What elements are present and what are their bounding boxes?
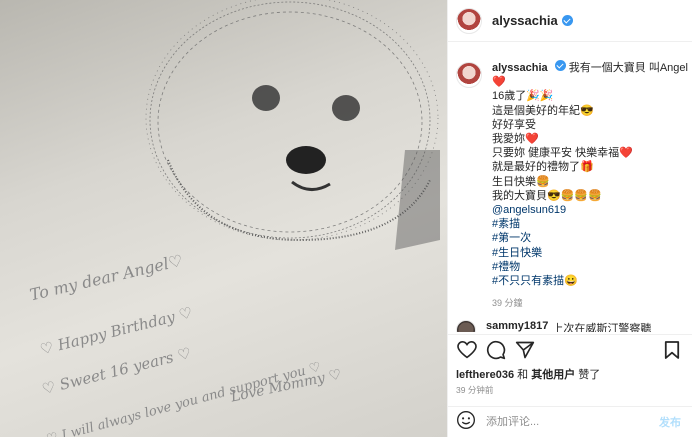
hashtag-link[interactable]: #不只只有素描😀 (492, 274, 688, 288)
caption-text: 只要妳 健康平安 快樂幸福❤️ (492, 147, 633, 160)
share-button[interactable] (514, 341, 536, 363)
username-link[interactable]: alyssachia (492, 13, 558, 28)
action-bar (448, 334, 692, 368)
liker-username-link[interactable]: lefthere036 (456, 369, 514, 381)
emoji-icon[interactable] (456, 410, 476, 435)
likes-verb: 赞了 (578, 369, 601, 381)
caption: alyssachia 我有一個大寶貝 叫Angel ❤️ 16歲了🎉🎉 這是個美… (456, 60, 688, 310)
comment: sammy1817 上次在威斯汀警察聽 (456, 320, 686, 332)
post-header: alyssachia (448, 0, 692, 42)
bookmark-icon (664, 340, 680, 364)
post-comment-button[interactable]: 发布 (659, 414, 681, 430)
likes-summary: lefthere036 和 其他用户 赞了 (456, 366, 600, 382)
likes-others-link[interactable]: 其他用户 (531, 369, 575, 381)
caption-text: ❤️ (492, 76, 506, 89)
caption-text: 好好享受 (492, 118, 536, 131)
post-image[interactable]: To my dear Angel♡ ♡ Happy Birthday ♡ ♡ S… (0, 0, 447, 437)
hashtag-link[interactable]: #第一次 (492, 231, 688, 245)
comment-icon (486, 340, 506, 364)
comment-text: 上次在威斯汀警察聽 (552, 323, 652, 332)
avatar[interactable] (456, 320, 476, 332)
save-button[interactable] (661, 340, 683, 364)
hashtag-link[interactable]: #生日快樂 (492, 246, 688, 260)
caption-text: 我有一個大寶貝 叫Angel (568, 62, 688, 74)
comment-input[interactable] (486, 416, 636, 428)
verified-badge-icon (561, 15, 573, 26)
caption-text: 16歲了🎉🎉 (492, 90, 554, 103)
post-timestamp[interactable]: 39 分钟前 (456, 384, 493, 396)
verified-badge-icon (554, 60, 566, 71)
add-comment-bar: 发布 (448, 406, 692, 437)
caption-username-link[interactable]: alyssachia (492, 62, 548, 74)
caption-text: 這是個美好的年紀😎 (492, 104, 594, 117)
caption-time: 39 分鐘 (492, 298, 523, 309)
caption-text: 就是最好的禮物了🎁 (492, 161, 594, 174)
heart-icon (457, 340, 477, 363)
comment-username-link[interactable]: sammy1817 (486, 320, 548, 332)
mention-link[interactable]: @angelsun619 (492, 203, 688, 217)
hashtag-link[interactable]: #素描 (492, 217, 688, 231)
avatar[interactable] (456, 7, 482, 34)
caption-text: 我的大寶貝😎🍔🍔🍔 (492, 189, 602, 202)
likes-conjunction: 和 (517, 369, 529, 381)
caption-text: 我愛妳❤️ (492, 133, 539, 146)
caption-text: 生日快樂🍔 (492, 175, 550, 188)
hashtag-link[interactable]: #禮物 (492, 260, 688, 274)
share-icon (515, 340, 535, 364)
comment-button[interactable] (485, 340, 507, 364)
dog-sketch-drawing (145, 0, 440, 250)
post-sidebar: alyssachia alyssachia 我有一個大寶貝 叫Angel ❤️ … (447, 0, 692, 437)
avatar[interactable] (456, 62, 482, 88)
like-button[interactable] (456, 340, 478, 363)
